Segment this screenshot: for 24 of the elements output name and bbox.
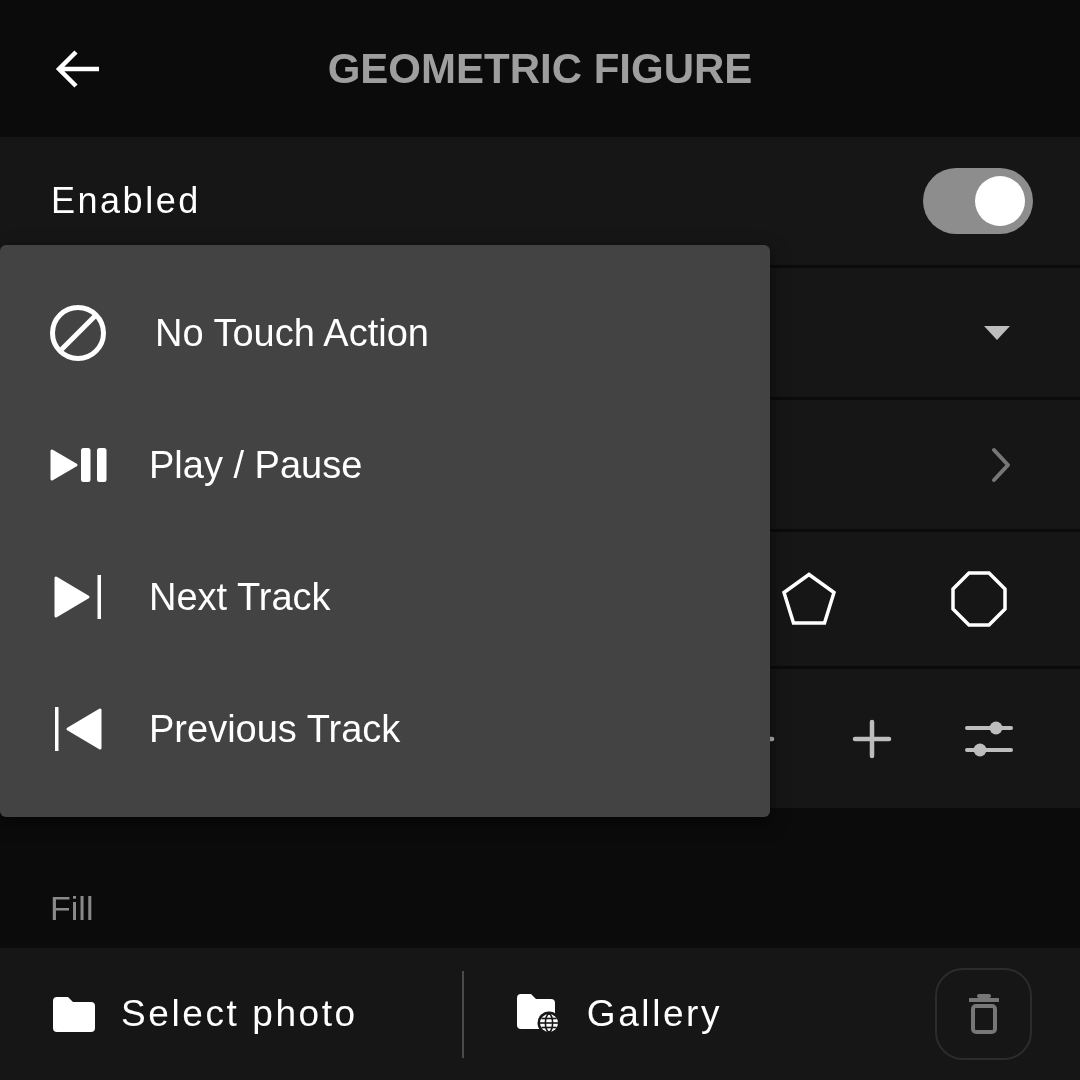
sliders-icon[interactable] [965,720,1013,757]
menu-item[interactable]: No Touch Action [0,267,770,399]
skip-next-icon [54,575,102,619]
skip-previous-icon [54,707,102,751]
prohibited-icon [50,305,106,361]
setting-label: Enabled [51,179,201,223]
play-pause-icon [49,448,107,482]
pentagon-icon[interactable] [781,572,837,626]
plus-icon[interactable] [852,718,892,759]
section-label: Fill [50,888,94,928]
gallery-button[interactable]: Gallery [516,992,723,1036]
menu-item[interactable]: Next Track [0,531,770,663]
folder-icon [53,996,95,1032]
back-arrow-icon[interactable] [54,48,100,89]
select-photo-button[interactable]: Select photo [53,992,358,1036]
screen-title: GEOMETRIC FIGURE [327,44,753,93]
octagon-icon[interactable] [951,571,1007,627]
dropdown-caret-icon[interactable] [984,325,1010,340]
folder-globe-icon [516,993,561,1035]
menu-item[interactable]: Play / Pause [0,399,770,531]
delete-button[interactable] [935,968,1032,1060]
trash-icon [968,994,999,1034]
chevron-right-icon[interactable] [991,446,1011,483]
menu-item[interactable]: Previous Track [0,663,770,795]
